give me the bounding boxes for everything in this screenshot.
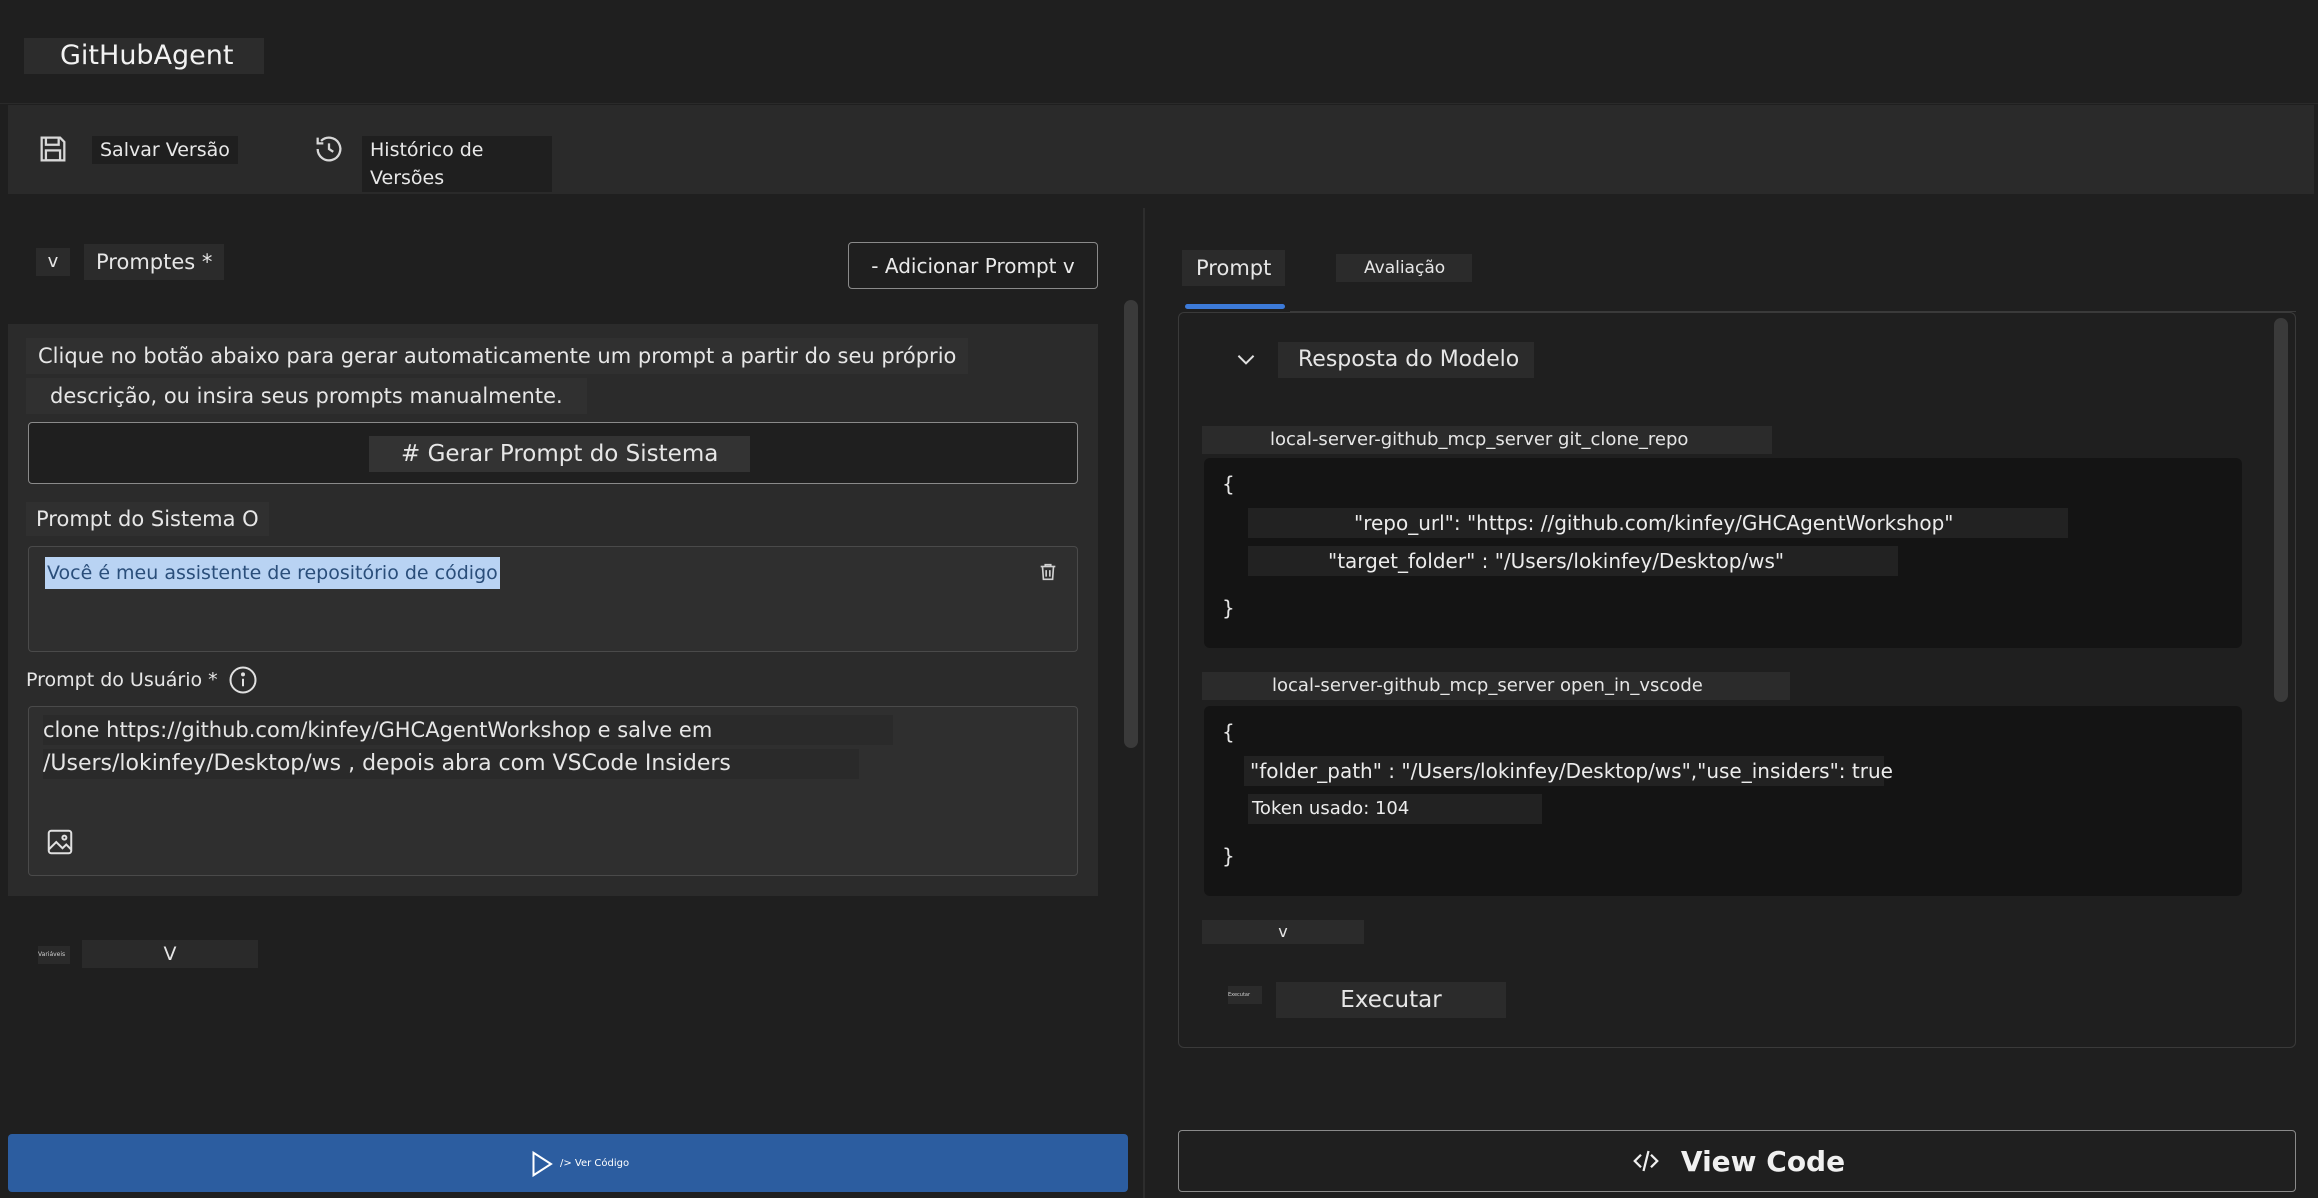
model-response-title: Resposta do Modelo: [1278, 342, 1534, 378]
user-prompt-field[interactable]: clone https://github.com/kinfey/GHCAgent…: [28, 706, 1078, 876]
tool-call-name: local-server-github_mcp_server git_clone…: [1202, 426, 1772, 454]
intro-text-line1: Clique no botão abaixo para gerar automa…: [26, 338, 969, 374]
response-collapse-toggle[interactable]: v: [1202, 920, 1364, 944]
view-code-button[interactable]: View Code: [1178, 1130, 2296, 1192]
left-scrollbar[interactable]: [1124, 300, 1138, 748]
token-usage: Token usado: 104: [1248, 794, 1542, 824]
panel-divider: [1143, 208, 1145, 1198]
code-close-brace: }: [1222, 596, 1235, 620]
save-icon: [40, 136, 66, 162]
execute-small-label: Executar: [1228, 986, 1262, 1004]
tool-call-args: { "repo_url": "https: //github.com/kinfe…: [1204, 458, 2242, 648]
history-icon: [316, 136, 342, 162]
user-prompt-label: Prompt do Usuário *: [26, 669, 218, 691]
code-line: "target_folder" : "/Users/lokinfey/Deskt…: [1248, 546, 1898, 576]
code-line: "folder_path" : "/Users/lokinfey/Desktop…: [1244, 756, 1893, 786]
save-version-button[interactable]: Salvar Versão: [36, 132, 246, 168]
save-version-label: Salvar Versão: [92, 136, 238, 164]
info-icon[interactable]: [228, 665, 258, 695]
generate-system-prompt-label: # Gerar Prompt do Sistema: [369, 436, 751, 472]
trash-icon[interactable]: [1037, 561, 1059, 583]
system-prompt-label: Prompt do Sistema O: [26, 502, 269, 536]
tool-call-args: { "folder_path" : "/Users/lokinfey/Deskt…: [1204, 706, 2242, 896]
tool-call-name: local-server-github_mcp_server open_in_v…: [1202, 672, 1790, 700]
intro-text-line2: descrição, ou insira seus prompts manual…: [26, 378, 587, 414]
code-line: "repo_url": "https: //github.com/kinfey/…: [1248, 508, 2068, 538]
right-scrollbar[interactable]: [2274, 318, 2288, 702]
code-open-brace: {: [1222, 472, 1235, 496]
user-prompt-line2: /Users/lokinfey/Desktop/ws , depois abra…: [43, 749, 859, 779]
active-tab-indicator: [1185, 304, 1285, 309]
variables-collapse-toggle[interactable]: V: [82, 940, 258, 968]
variables-label: Variáveis: [38, 946, 70, 964]
prompts-collapse-toggle[interactable]: v: [36, 248, 70, 276]
version-history-label: Histórico de Versões: [362, 136, 552, 192]
chevron-down-icon[interactable]: [1232, 346, 1260, 372]
tab-prompt[interactable]: Prompt: [1182, 250, 1286, 286]
add-prompt-button[interactable]: - Adicionar Prompt v: [848, 242, 1098, 289]
image-icon[interactable]: [45, 827, 75, 857]
user-prompt-line1: clone https://github.com/kinfey/GHCAgent…: [43, 715, 893, 745]
system-prompt-value: Você é meu assistente de repositório de …: [45, 557, 500, 589]
run-bar[interactable]: /> Ver Código: [8, 1134, 1128, 1192]
execute-button[interactable]: Executar: [1276, 982, 1506, 1018]
prompts-heading: Promptes *: [84, 244, 225, 280]
version-history-button[interactable]: Histórico de Versões: [312, 132, 552, 192]
play-icon: [532, 1150, 553, 1178]
code-icon: [1633, 1150, 1659, 1172]
tab-evaluation[interactable]: Avaliação: [1336, 254, 1472, 282]
view-code-label: View Code: [1680, 1144, 1846, 1178]
system-prompt-field[interactable]: Você é meu assistente de repositório de …: [28, 546, 1078, 652]
code-close-brace: }: [1222, 844, 1235, 868]
generate-system-prompt-button[interactable]: # Gerar Prompt do Sistema: [28, 422, 1078, 484]
app-title: GitHubAgent: [24, 38, 264, 74]
code-open-brace: {: [1222, 720, 1235, 744]
run-bar-label: /> Ver Código: [560, 1158, 630, 1169]
title-bar: [0, 0, 2318, 104]
